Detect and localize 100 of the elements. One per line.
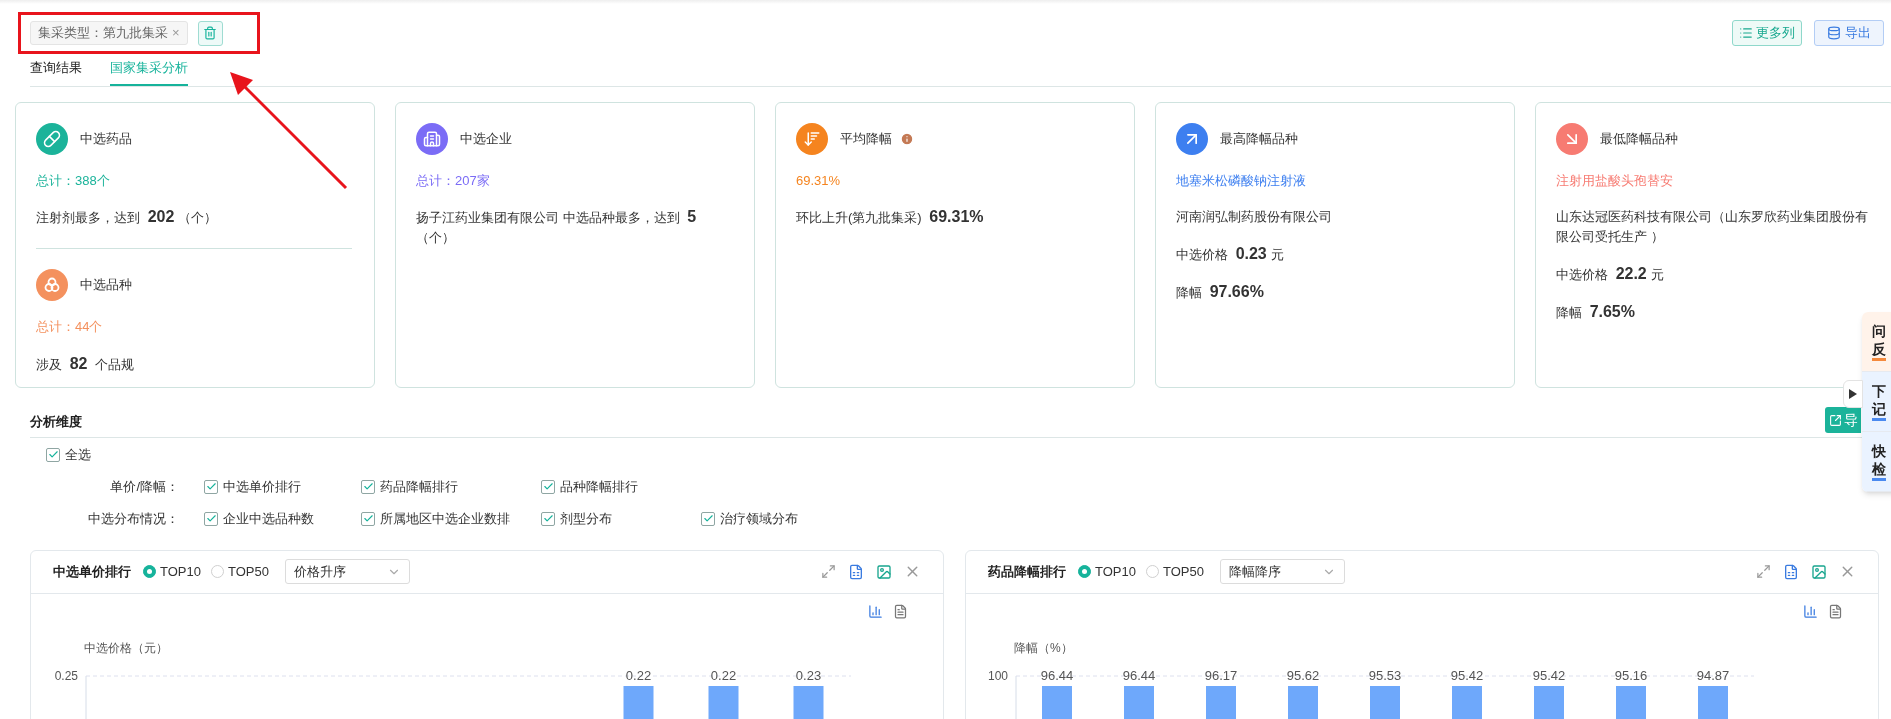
data-label: 96.17 [1204,667,1238,683]
list-icon [1739,26,1753,40]
document-icon[interactable] [893,603,908,619]
checkbox[interactable] [541,479,555,494]
checkbox[interactable] [361,511,375,526]
checkbox-label[interactable]: 中选单价排行 [223,476,301,497]
side-panel-text: 记 [1872,400,1886,421]
checkbox[interactable] [46,447,60,462]
card-title: 中选企业 [460,129,512,148]
radio-label[interactable]: TOP50 [227,561,269,582]
card-highlight: 总计：207家 [416,171,491,190]
card-detail: 扬子江药业集团有限公司 中选品种最多，达到 5（个） [416,207,698,247]
radio-button[interactable] [1078,565,1091,578]
bar [1534,685,1564,719]
checkbox-label[interactable]: 品种降幅排行 [560,476,638,497]
card-detail: 降幅 97.66% [1176,282,1265,302]
bar [1042,685,1072,719]
checkbox[interactable] [204,479,218,494]
bar [793,685,824,719]
card-title: 中选药品 [80,129,132,148]
trash-button[interactable] [197,20,223,46]
info-icon[interactable] [900,131,914,146]
data-label: 95.42 [1450,667,1484,683]
data-label: 94.87 [1696,667,1730,683]
bar [1124,685,1154,719]
card-highlight: 总计：388个 [36,171,111,190]
bar [1206,685,1236,719]
data-label: 95.42 [1532,667,1566,683]
data-label: 95.16 [1614,667,1648,683]
side-panel-text: 检 [1872,460,1886,481]
sort-select[interactable]: 价格升序 [284,559,410,584]
document-icon[interactable] [1828,603,1843,619]
side-panel-item[interactable]: 下 记 [1862,372,1891,432]
card-detail: 环比上升(第九批集采) 69.31% [796,207,985,227]
panel-title: 药品降幅排行 [988,562,1066,581]
side-panel-item[interactable]: 快 检 [1862,432,1891,492]
checkbox-label[interactable]: 药品降幅排行 [380,476,458,497]
external-link-icon [1829,413,1842,427]
export-button[interactable]: 导出 [1814,20,1884,46]
card-detail: 涉及 82 个品规 [36,353,136,374]
axis-title: 降幅（%） [1014,640,1073,655]
image-icon[interactable] [1811,563,1827,580]
spreadsheet-icon[interactable] [848,563,864,580]
expand-icon[interactable] [1756,564,1771,579]
radio-label[interactable]: TOP50 [1162,561,1204,582]
data-label: 0.22 [710,667,737,683]
sort-select[interactable]: 降幅降序 [1219,559,1345,584]
bar [708,685,739,719]
axis-title: 中选价格（元） [84,640,168,655]
card-highlight: 地塞米松磷酸钠注射液 [1176,171,1307,190]
tick-label: 100 [987,668,1008,683]
trash-icon [203,26,218,40]
card-detail: 注射剂最多，达到 202（个） [36,207,219,227]
section-title: 分析维度 [30,413,82,432]
checkbox-label[interactable]: 治疗领域分布 [720,508,798,529]
bar-chart-icon[interactable] [868,603,883,619]
checkbox[interactable] [541,511,555,526]
checkbox[interactable] [204,511,218,526]
card-title: 中选品种 [80,276,132,295]
group-label: 单价/降幅： [109,477,180,496]
spreadsheet-icon[interactable] [1783,563,1799,580]
data-label: 0.23 [795,667,822,683]
collapse-handle[interactable] [1843,380,1863,408]
expand-icon[interactable] [821,564,836,579]
card-title: 平均降幅 [840,129,892,148]
radio-button[interactable] [143,565,156,578]
checkbox[interactable] [701,511,715,526]
card-title: 最高降幅品种 [1220,129,1298,148]
radio-label[interactable]: TOP10 [1095,561,1136,582]
card-detail: 河南润弘制药股份有限公司 [1176,208,1333,226]
checkbox-label[interactable]: 全选 [65,444,91,465]
bar [623,685,654,719]
card-title: 最低降幅品种 [1600,129,1678,148]
card-highlight: 总计：44个 [36,318,104,336]
card-detail: 山东达冠医药科技有限公司（山东罗欣药业集团股份有限公司受托生产 ） [1556,208,1869,246]
checkbox[interactable] [361,479,375,494]
data-label: 96.44 [1040,667,1074,683]
card-detail: 降幅 7.65% [1556,302,1636,322]
card-highlight: 69.31% [796,171,842,190]
side-panel-text: 下 [1872,382,1886,400]
panel-title: 中选单价排行 [53,562,131,581]
bar-chart-icon[interactable] [1803,603,1818,619]
bar [1698,685,1728,719]
checkbox-label[interactable]: 所属地区中选企业数排 [380,508,510,529]
radio-label[interactable]: TOP10 [160,561,201,582]
bar [1616,685,1646,719]
group-label: 中选分布情况： [87,509,180,528]
tab[interactable]: 查询结果 [30,58,82,86]
data-label: 0.22 [625,667,652,683]
checkbox-label[interactable]: 企业中选品种数 [223,508,314,529]
side-panel-item[interactable]: 问 反 [1862,312,1891,372]
side-panel-text: 快 [1872,442,1886,460]
radio-button[interactable] [210,565,224,578]
database-icon [1827,26,1841,40]
image-icon[interactable] [876,563,892,580]
checkbox-label[interactable]: 剂型分布 [560,508,612,529]
radio-button[interactable] [1145,565,1159,578]
data-label: 96.44 [1122,667,1156,683]
filter-chip[interactable]: 集采类型：第九批集采 × [30,21,188,45]
data-label: 95.62 [1286,667,1320,683]
